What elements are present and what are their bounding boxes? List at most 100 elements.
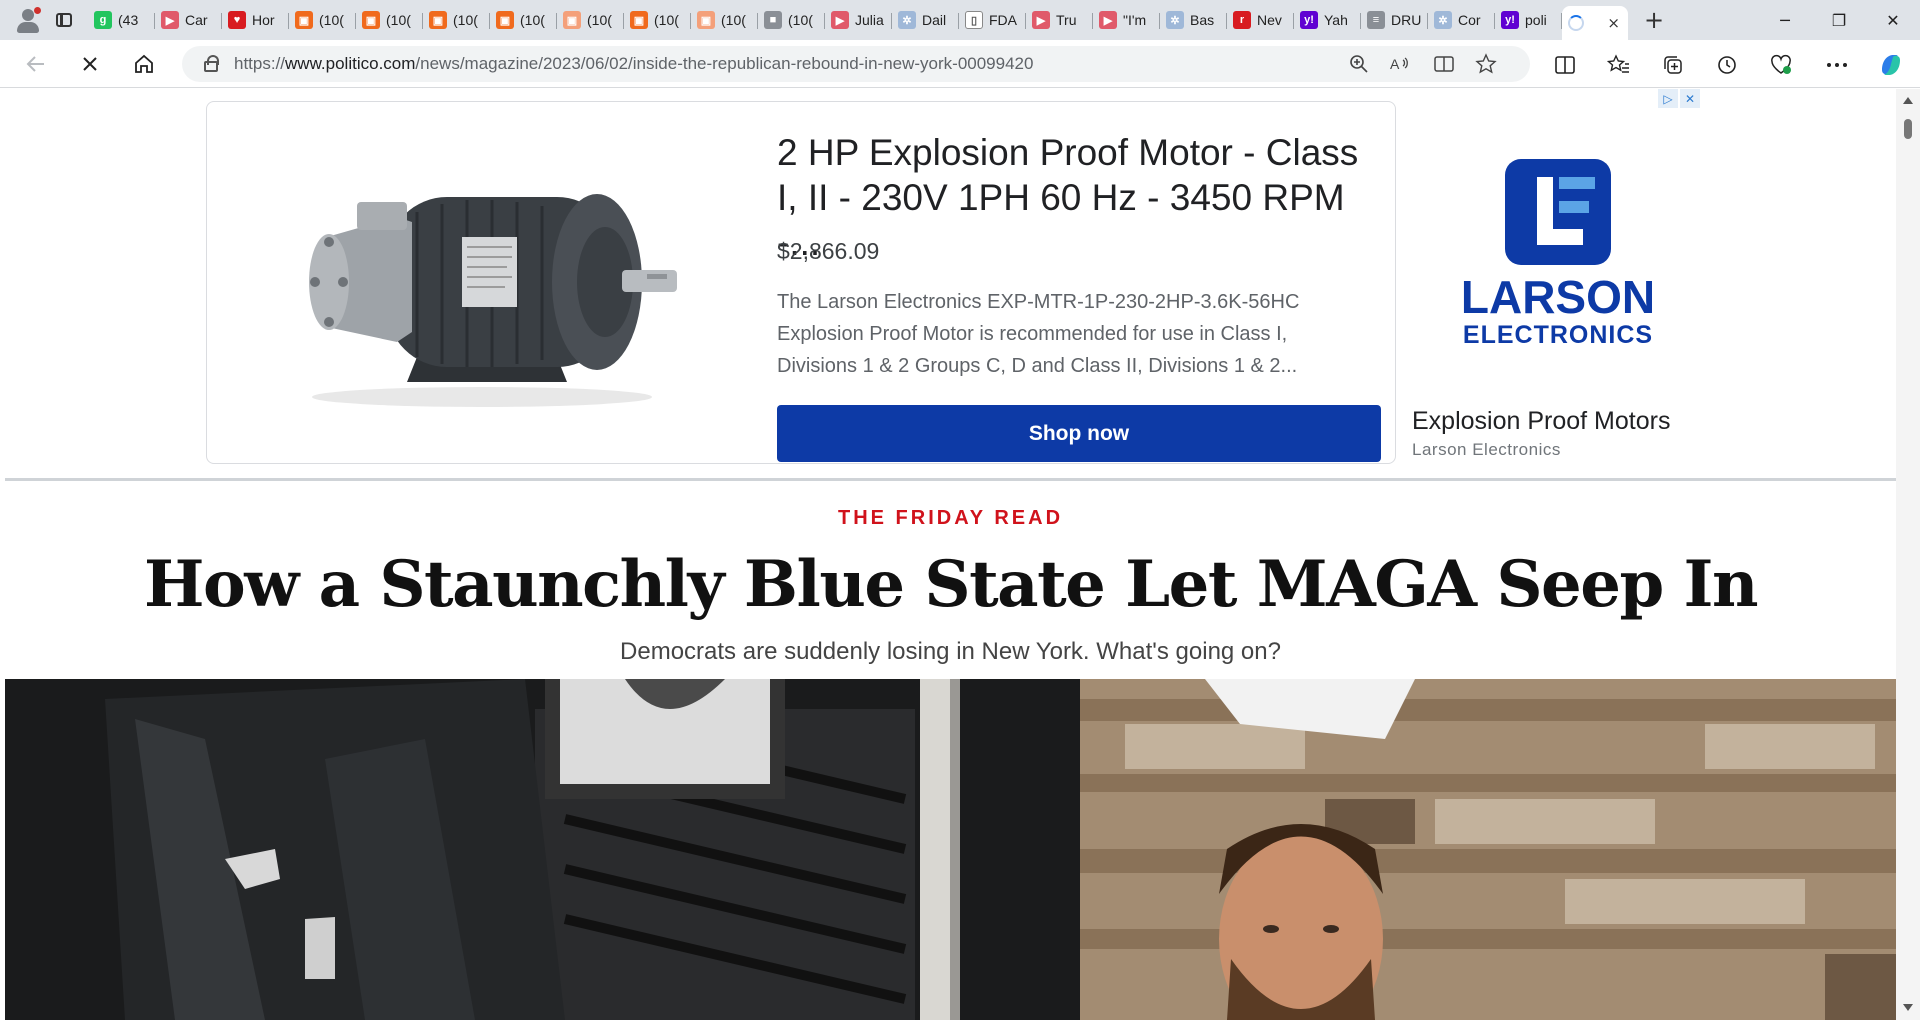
history-icon[interactable]	[1713, 52, 1741, 78]
tab-title: (10(	[319, 12, 344, 28]
scroll-thumb[interactable]	[1904, 119, 1912, 139]
new-tab-button[interactable]: +	[1634, 0, 1674, 40]
close-tab-icon[interactable]: ×	[1607, 14, 1620, 32]
minimize-button[interactable]: ─	[1758, 0, 1812, 40]
tab-favicon-icon: g	[94, 11, 112, 29]
notification-dot	[34, 7, 41, 14]
split-screen-icon[interactable]	[1551, 52, 1579, 78]
read-aloud-icon[interactable]: A	[1388, 52, 1412, 76]
browser-tab[interactable]: ▯ FDA	[959, 4, 1026, 36]
scroll-down-icon[interactable]	[1903, 1004, 1913, 1011]
lock-icon[interactable]	[204, 55, 219, 72]
tab-favicon-icon: ▣	[362, 11, 380, 29]
browser-tab[interactable]: y! poli	[1495, 4, 1562, 36]
settings-more-icon[interactable]	[1823, 52, 1851, 78]
ad-brand-line[interactable]: Explosion Proof Motors	[1412, 407, 1670, 436]
browser-tab[interactable]: ✲ Bas	[1160, 4, 1227, 36]
article-dek: Democrats are suddenly losing in New Yor…	[620, 638, 1281, 665]
browser-tab[interactable]: ✲ Cor	[1428, 4, 1495, 36]
ad-divider	[5, 478, 1896, 481]
tab-title: (10(	[587, 12, 612, 28]
motor-product-image[interactable]	[267, 142, 697, 422]
ad-card[interactable]: 2 HP Explosion Proof Motor - Class I, II…	[206, 101, 1396, 464]
ad-description: The Larson Electronics EXP-MTR-1P-230-2H…	[777, 291, 1300, 377]
page-scrollbar[interactable]	[1896, 89, 1920, 1020]
browser-tab[interactable]: y! Yah	[1294, 4, 1361, 36]
logo-word-electronics: ELECTRONICS	[1463, 321, 1653, 349]
tab-favicon-icon: ▯	[965, 11, 983, 29]
browser-tab[interactable]: ▣ (10(	[490, 4, 557, 36]
tab-title: (10(	[520, 12, 545, 28]
tab-favicon-icon: ▶	[1032, 11, 1050, 29]
copilot-icon[interactable]	[1877, 52, 1905, 78]
collections-icon[interactable]	[1659, 52, 1687, 78]
favorite-star-icon[interactable]	[1474, 52, 1498, 76]
browser-tab[interactable]: ▶ Car	[155, 4, 222, 36]
shop-now-button[interactable]: Shop now	[777, 405, 1381, 462]
url-text: https://www.politico.com/news/magazine/2…	[234, 54, 1034, 73]
browser-tab[interactable]: ■ (10(	[758, 4, 825, 36]
tab-actions-icon[interactable]	[44, 0, 84, 40]
tab-title: (43	[118, 12, 139, 28]
browser-tab[interactable]: ▣ (10(	[624, 4, 691, 36]
browser-tab[interactable]: ✲ Dail	[892, 4, 959, 36]
browser-tab[interactable]: ♥ Hor	[222, 4, 289, 36]
tab-title: Nev	[1257, 12, 1282, 28]
tab-title: (10(	[453, 12, 478, 28]
tab-strip: g (43 ▶ Car ♥ Hor ▣ (10(▣ (10(▣ (10(▣ (10(▣ (10(▣ (1…	[0, 0, 1920, 40]
article-kicker[interactable]: THE FRIDAY READ	[5, 507, 1896, 530]
browser-tab[interactable]: r Nev	[1227, 4, 1294, 36]
browser-tab[interactable]: ▣ (10(	[691, 4, 758, 36]
browser-tab[interactable]: ▣ (10(	[356, 4, 423, 36]
tab-favicon-icon: ✲	[898, 11, 916, 29]
stop-loading-button[interactable]	[68, 44, 112, 84]
tab-favicon-icon: ▣	[630, 11, 648, 29]
tab-title: poli	[1525, 12, 1547, 28]
tab-title: Bas	[1190, 12, 1215, 28]
close-window-button[interactable]: ✕	[1866, 0, 1920, 40]
tab-title: (10(	[721, 12, 746, 28]
profile-avatar-icon[interactable]	[0, 0, 44, 40]
tab-favicon-icon: ✲	[1434, 11, 1452, 29]
tab-favicon-icon: ▶	[1099, 11, 1117, 29]
tab-favicon-icon: ▶	[831, 11, 849, 29]
zoom-icon[interactable]	[1347, 52, 1371, 76]
hero-photo	[5, 679, 1896, 1020]
larson-electronics-logo[interactable]: LARSON ELECTRONICS	[1445, 157, 1675, 357]
favorites-icon[interactable]	[1605, 52, 1633, 78]
browser-essentials-icon[interactable]	[1767, 52, 1795, 78]
scroll-up-icon[interactable]	[1903, 97, 1913, 104]
browser-tab[interactable]: ▣ (10(	[289, 4, 356, 36]
maximize-button[interactable]: ❐	[1812, 0, 1866, 40]
tab-title: Yah	[1324, 12, 1348, 28]
immersive-reader-icon[interactable]	[1432, 52, 1456, 76]
tab-title: DRU	[1391, 12, 1422, 28]
tab-title: (10(	[386, 12, 411, 28]
back-button[interactable]	[14, 44, 58, 84]
browser-tab[interactable]: g (43	[88, 4, 155, 36]
browser-tab[interactable]: ▶ Tru	[1026, 4, 1093, 36]
home-button[interactable]	[122, 44, 166, 84]
tab-title: (10(	[788, 12, 813, 28]
tab-favicon-icon: ▣	[496, 11, 514, 29]
tab-favicon-icon: ✲	[1166, 11, 1184, 29]
browser-tab[interactable]: ≡ DRU	[1361, 4, 1428, 36]
browser-toolbar: https://www.politico.com/news/magazine/2…	[0, 40, 1920, 88]
active-tab[interactable]: ×	[1562, 6, 1628, 40]
tab-title: Julia	[855, 12, 884, 28]
browser-tab[interactable]: ▶ Julia	[825, 4, 892, 36]
browser-tab[interactable]: ▶ "I'm	[1093, 4, 1160, 36]
ad-close-icon[interactable]: ✕	[1680, 89, 1700, 108]
browser-tab[interactable]: ▣ (10(	[423, 4, 490, 36]
tab-favicon-icon: ▣	[563, 11, 581, 29]
article-headline: How a Staunchly Blue State Let MAGA Seep…	[144, 547, 1758, 622]
svg-text:A: A	[1390, 56, 1400, 72]
ad-advertiser[interactable]: Larson Electronics	[1412, 440, 1561, 460]
tab-favicon-icon: y!	[1501, 11, 1519, 29]
browser-tab[interactable]: ▣ (10(	[557, 4, 624, 36]
address-bar[interactable]: https://www.politico.com/news/magazine/2…	[182, 46, 1530, 82]
tab-favicon-icon: y!	[1300, 11, 1318, 29]
ad-choices-icon[interactable]: ▷	[1658, 89, 1678, 108]
tab-title: Cor	[1458, 12, 1481, 28]
ad-choices-badges: ▷ ✕	[1656, 89, 1700, 108]
